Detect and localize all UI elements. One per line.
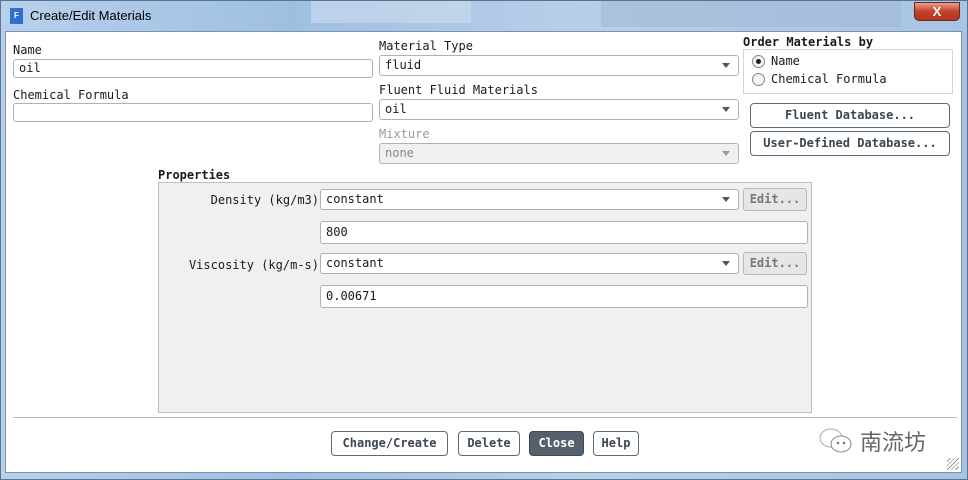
properties-label: Properties xyxy=(158,168,231,182)
order-by-label: Order Materials by xyxy=(743,35,874,49)
viscosity-method-value: constant xyxy=(326,256,384,270)
watermark: 南流坊 xyxy=(818,425,926,457)
mixture-select: none xyxy=(379,143,739,164)
window-frame: F Create/Edit Materials X Name oil Chemi… xyxy=(0,0,968,480)
help-button[interactable]: Help xyxy=(593,431,639,456)
fluent-materials-label: Fluent Fluid Materials xyxy=(379,83,538,97)
chevron-down-icon xyxy=(722,261,730,266)
material-type-select[interactable]: fluid xyxy=(379,55,739,76)
viscosity-method-select[interactable]: constant xyxy=(320,253,739,274)
close-button[interactable]: Close xyxy=(529,431,584,456)
fluent-materials-value: oil xyxy=(385,102,407,116)
radio-unselected-icon xyxy=(752,72,765,86)
radio-label: Chemical Formula xyxy=(771,72,887,86)
density-value-input[interactable]: 800 xyxy=(320,221,808,244)
radio-label: Name xyxy=(771,54,800,68)
background-blur xyxy=(311,1,471,23)
density-method-select[interactable]: constant xyxy=(320,189,739,210)
viscosity-value-input[interactable]: 0.00671 xyxy=(320,285,808,308)
order-by-group: Name Chemical Formula xyxy=(743,49,953,94)
delete-button[interactable]: Delete xyxy=(458,431,520,456)
window-title: Create/Edit Materials xyxy=(30,8,152,23)
watermark-text: 南流坊 xyxy=(860,431,927,456)
fluent-database-button[interactable]: Fluent Database... xyxy=(750,103,950,128)
order-by-name-radio[interactable]: Name xyxy=(752,54,800,68)
chemical-formula-label: Chemical Formula xyxy=(13,88,129,102)
divider xyxy=(13,417,957,418)
order-by-formula-radio[interactable]: Chemical Formula xyxy=(752,72,887,86)
radio-selected-icon xyxy=(752,54,765,68)
user-defined-database-button[interactable]: User-Defined Database... xyxy=(750,131,950,156)
material-type-value: fluid xyxy=(385,58,422,72)
name-label: Name xyxy=(13,43,42,57)
app-icon: F xyxy=(10,8,23,24)
density-label: Density (kg/m3) xyxy=(210,193,319,207)
background-blur xyxy=(601,1,901,27)
chemical-formula-input[interactable] xyxy=(13,103,373,122)
chevron-down-icon xyxy=(722,107,730,112)
dialog-body: Name oil Chemical Formula Material Type … xyxy=(5,31,962,473)
viscosity-label: Viscosity (kg/m-s) xyxy=(188,258,319,272)
material-type-label: Material Type xyxy=(379,39,473,53)
change-create-button[interactable]: Change/Create xyxy=(331,431,448,456)
mixture-label: Mixture xyxy=(379,127,430,141)
fluent-materials-select[interactable]: oil xyxy=(379,99,739,120)
properties-panel: Density (kg/m3) constant Edit... 800 Vis… xyxy=(158,182,812,413)
window-close-button[interactable]: X xyxy=(914,2,960,21)
density-edit-button[interactable]: Edit... xyxy=(743,188,807,211)
chevron-down-icon xyxy=(722,63,730,68)
wechat-logo-icon xyxy=(819,428,852,453)
viscosity-edit-button[interactable]: Edit... xyxy=(743,252,807,275)
chevron-down-icon xyxy=(722,151,730,156)
name-input[interactable]: oil xyxy=(13,59,373,78)
chevron-down-icon xyxy=(722,197,730,202)
resize-grip[interactable] xyxy=(947,458,959,470)
density-method-value: constant xyxy=(326,192,384,206)
mixture-value: none xyxy=(385,146,414,160)
